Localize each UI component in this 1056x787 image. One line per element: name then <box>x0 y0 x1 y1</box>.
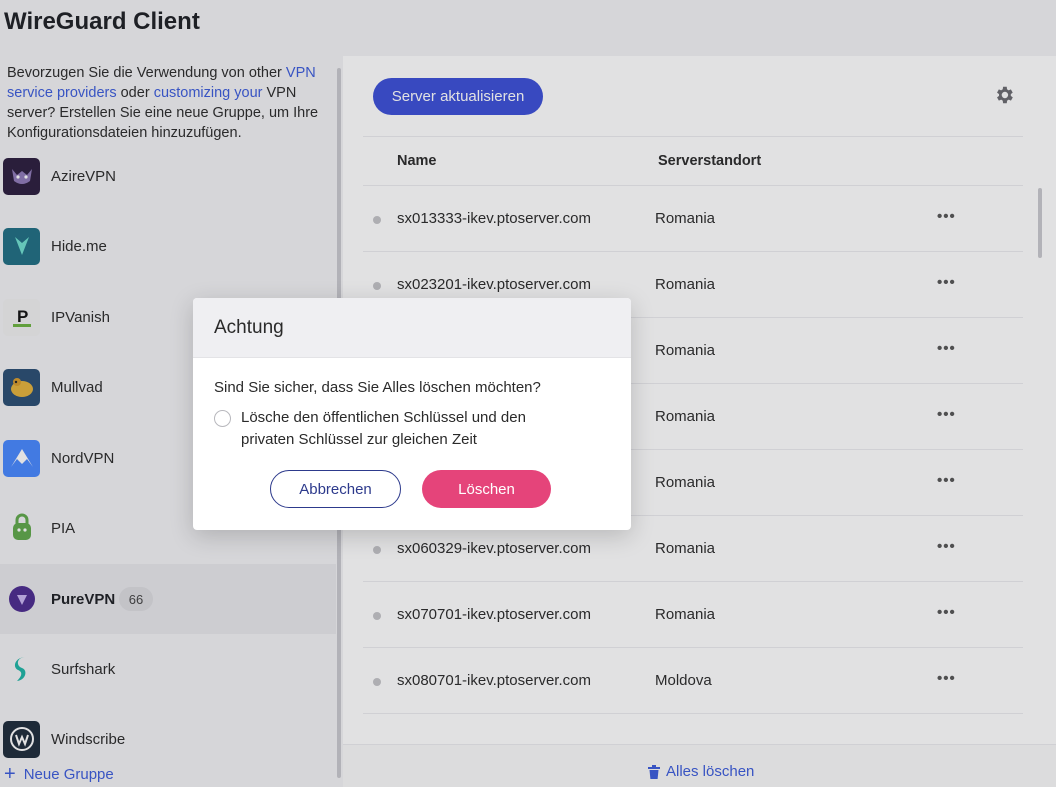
dialog-header: Achtung <box>193 298 631 358</box>
dialog-title: Achtung <box>214 317 284 338</box>
confirm-delete-button[interactable]: Löschen <box>422 470 551 508</box>
delete-keys-label[interactable]: Lösche den öffentlichen Schlüssel und de… <box>241 407 571 451</box>
delete-keys-radio[interactable] <box>214 410 231 427</box>
dialog-question: Sind Sie sicher, dass Sie Alles löschen … <box>214 379 541 396</box>
cancel-button[interactable]: Abbrechen <box>270 470 401 508</box>
confirm-delete-dialog: Achtung Sind Sie sicher, dass Sie Alles … <box>193 298 631 530</box>
